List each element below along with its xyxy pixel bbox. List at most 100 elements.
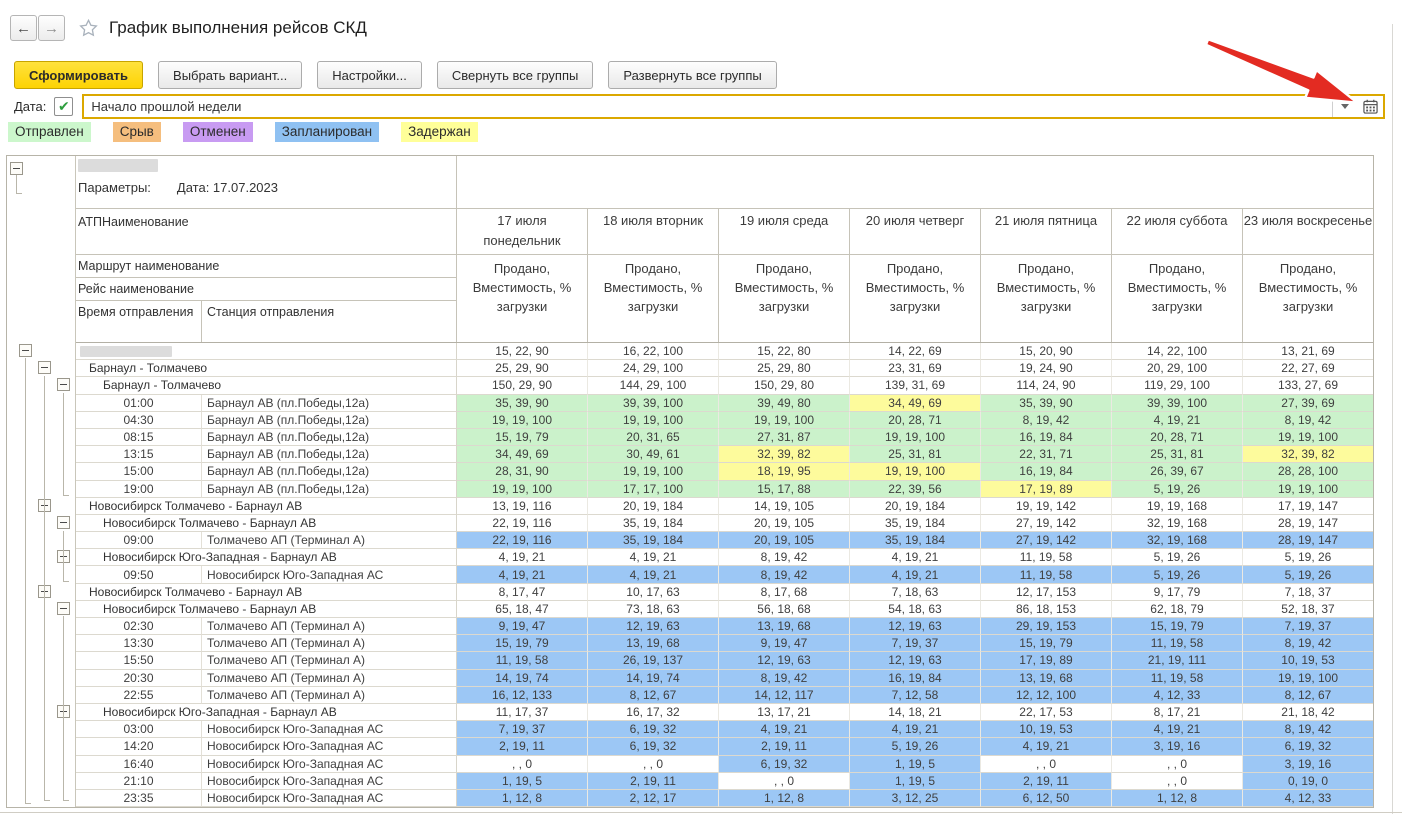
trip-station-cell[interactable]: Толмачево АП (Терминал А): [201, 635, 456, 652]
row-header-departure-time[interactable]: Время отправления: [76, 301, 201, 342]
schedule-cell[interactable]: 14, 18, 21: [849, 704, 980, 721]
trip-station-cell[interactable]: Новосибирск Юго-Западная АС: [201, 721, 456, 738]
schedule-cell[interactable]: 0, 19, 0: [1242, 773, 1373, 790]
schedule-cell[interactable]: 6, 12, 50: [980, 790, 1111, 807]
collapse-all-groups-button[interactable]: Свернуть все группы: [437, 61, 593, 89]
trip-time-cell[interactable]: 15:00: [76, 463, 201, 480]
trip-station-cell[interactable]: Новосибирск Юго-Западная АС: [201, 756, 456, 773]
schedule-cell[interactable]: 13, 19, 116: [456, 498, 587, 515]
schedule-cell[interactable]: 15, 22, 80: [718, 343, 849, 360]
choose-variant-button[interactable]: Выбрать вариант...: [158, 61, 302, 89]
schedule-cell[interactable]: 2, 19, 11: [587, 773, 718, 790]
schedule-cell[interactable]: , , 0: [1111, 756, 1242, 773]
schedule-cell[interactable]: 23, 31, 69: [849, 360, 980, 377]
trip-time-cell[interactable]: 14:20: [76, 738, 201, 755]
schedule-cell[interactable]: 2, 19, 11: [718, 738, 849, 755]
schedule-cell[interactable]: 19, 19, 100: [587, 463, 718, 480]
report-parameters-cell[interactable]: Параметры:Дата: 17.07.2023: [76, 156, 456, 209]
schedule-cell[interactable]: 25, 31, 81: [849, 446, 980, 463]
schedule-cell[interactable]: 19, 19, 100: [849, 429, 980, 446]
schedule-cell[interactable]: 17, 19, 147: [1242, 498, 1373, 515]
trip-time-cell[interactable]: 08:15: [76, 429, 201, 446]
schedule-cell[interactable]: 22, 27, 69: [1242, 360, 1373, 377]
schedule-cell[interactable]: 11, 17, 37: [456, 704, 587, 721]
schedule-cell[interactable]: 4, 19, 21: [980, 738, 1111, 755]
column-header-date[interactable]: 18 июля вторник: [587, 209, 718, 255]
collapse-group-button[interactable]: [19, 344, 32, 357]
schedule-cell[interactable]: 20, 19, 105: [718, 532, 849, 549]
schedule-cell[interactable]: 20, 28, 71: [849, 412, 980, 429]
trip-station-cell[interactable]: Толмачево АП (Терминал А): [201, 687, 456, 704]
collapse-group-button[interactable]: [10, 162, 23, 175]
schedule-cell[interactable]: 6, 19, 32: [587, 721, 718, 738]
schedule-cell[interactable]: 13, 19, 68: [718, 618, 849, 635]
schedule-cell[interactable]: 4, 19, 21: [456, 549, 587, 566]
schedule-cell[interactable]: 20, 29, 100: [1111, 360, 1242, 377]
schedule-cell[interactable]: 9, 19, 47: [718, 635, 849, 652]
schedule-cell[interactable]: 8, 19, 42: [980, 412, 1111, 429]
schedule-cell[interactable]: 4, 19, 21: [587, 566, 718, 583]
trip-station-cell[interactable]: Барнаул АВ (пл.Победы,12а): [201, 412, 456, 429]
schedule-cell[interactable]: 35, 39, 90: [456, 395, 587, 412]
schedule-cell[interactable]: 39, 39, 100: [1111, 395, 1242, 412]
schedule-cell[interactable]: 25, 31, 81: [1111, 446, 1242, 463]
row-header-departure-station[interactable]: Станция отправления: [201, 301, 456, 342]
schedule-cell[interactable]: 12, 19, 63: [849, 618, 980, 635]
schedule-cell[interactable]: 4, 12, 33: [1111, 687, 1242, 704]
schedule-cell[interactable]: 8, 19, 42: [718, 566, 849, 583]
schedule-cell[interactable]: 114, 24, 90: [980, 377, 1111, 394]
trip-station-cell[interactable]: Новосибирск Юго-Западная АС: [201, 790, 456, 807]
schedule-cell[interactable]: 4, 19, 21: [456, 566, 587, 583]
trip-time-cell[interactable]: 09:00: [76, 532, 201, 549]
trip-station-cell[interactable]: Толмачево АП (Терминал А): [201, 670, 456, 687]
schedule-cell[interactable]: 15, 19, 79: [980, 635, 1111, 652]
row-header-trip[interactable]: Рейс наименование: [76, 278, 456, 301]
schedule-cell[interactable]: 8, 19, 42: [1242, 412, 1373, 429]
schedule-cell[interactable]: 15, 20, 90: [980, 343, 1111, 360]
trip-station-cell[interactable]: Новосибирск Юго-Западная АС: [201, 566, 456, 583]
trip-time-cell[interactable]: 13:15: [76, 446, 201, 463]
schedule-cell[interactable]: 4, 19, 21: [849, 549, 980, 566]
schedule-cell[interactable]: 19, 19, 100: [1242, 481, 1373, 498]
collapse-group-button[interactable]: [57, 516, 70, 529]
collapse-group-button[interactable]: [57, 378, 70, 391]
column-header-measures[interactable]: Продано, Вместимость, % загрузки: [718, 255, 849, 342]
schedule-cell[interactable]: 22, 19, 116: [456, 532, 587, 549]
schedule-cell[interactable]: 20, 19, 184: [849, 498, 980, 515]
group-label-cell[interactable]: Новосибирск Толмачево - Барнаул АВ: [76, 498, 456, 515]
schedule-cell[interactable]: 28, 31, 90: [456, 463, 587, 480]
schedule-cell[interactable]: 13, 21, 69: [1242, 343, 1373, 360]
schedule-cell[interactable]: 16, 19, 84: [980, 463, 1111, 480]
schedule-cell[interactable]: 26, 19, 137: [587, 652, 718, 669]
schedule-cell[interactable]: 17, 17, 100: [587, 481, 718, 498]
column-header-date[interactable]: 22 июля суббота: [1111, 209, 1242, 255]
schedule-cell[interactable]: 8, 12, 67: [1242, 687, 1373, 704]
schedule-cell[interactable]: 13, 19, 68: [980, 670, 1111, 687]
schedule-cell[interactable]: 10, 19, 53: [980, 721, 1111, 738]
schedule-cell[interactable]: 62, 18, 79: [1111, 601, 1242, 618]
schedule-cell[interactable]: 5, 19, 26: [849, 738, 980, 755]
schedule-cell[interactable]: 11, 19, 58: [1111, 670, 1242, 687]
schedule-cell[interactable]: 12, 19, 63: [849, 652, 980, 669]
schedule-cell[interactable]: 27, 19, 142: [980, 515, 1111, 532]
trip-station-cell[interactable]: Барнаул АВ (пл.Победы,12а): [201, 481, 456, 498]
trip-time-cell[interactable]: 23:35: [76, 790, 201, 807]
group-label-cell[interactable]: Барнаул - Толмачево: [76, 360, 456, 377]
schedule-cell[interactable]: 25, 29, 80: [718, 360, 849, 377]
schedule-cell[interactable]: 8, 17, 21: [1111, 704, 1242, 721]
schedule-cell[interactable]: 19, 24, 90: [980, 360, 1111, 377]
schedule-cell[interactable]: 39, 39, 100: [587, 395, 718, 412]
schedule-cell[interactable]: , , 0: [980, 756, 1111, 773]
schedule-cell[interactable]: 15, 19, 79: [456, 429, 587, 446]
schedule-cell[interactable]: , , 0: [718, 773, 849, 790]
schedule-cell[interactable]: 19, 19, 100: [1242, 670, 1373, 687]
schedule-cell[interactable]: 7, 18, 63: [849, 584, 980, 601]
schedule-cell[interactable]: 3, 19, 16: [1111, 738, 1242, 755]
trip-station-cell[interactable]: Новосибирск Юго-Западная АС: [201, 773, 456, 790]
schedule-cell[interactable]: 65, 18, 47: [456, 601, 587, 618]
group-label-cell[interactable]: Новосибирск Толмачево - Барнаул АВ: [76, 601, 456, 618]
column-header-measures[interactable]: Продано, Вместимость, % загрузки: [1242, 255, 1373, 342]
schedule-cell[interactable]: 150, 29, 80: [718, 377, 849, 394]
schedule-cell[interactable]: 17, 19, 89: [980, 481, 1111, 498]
schedule-cell[interactable]: 15, 22, 90: [456, 343, 587, 360]
